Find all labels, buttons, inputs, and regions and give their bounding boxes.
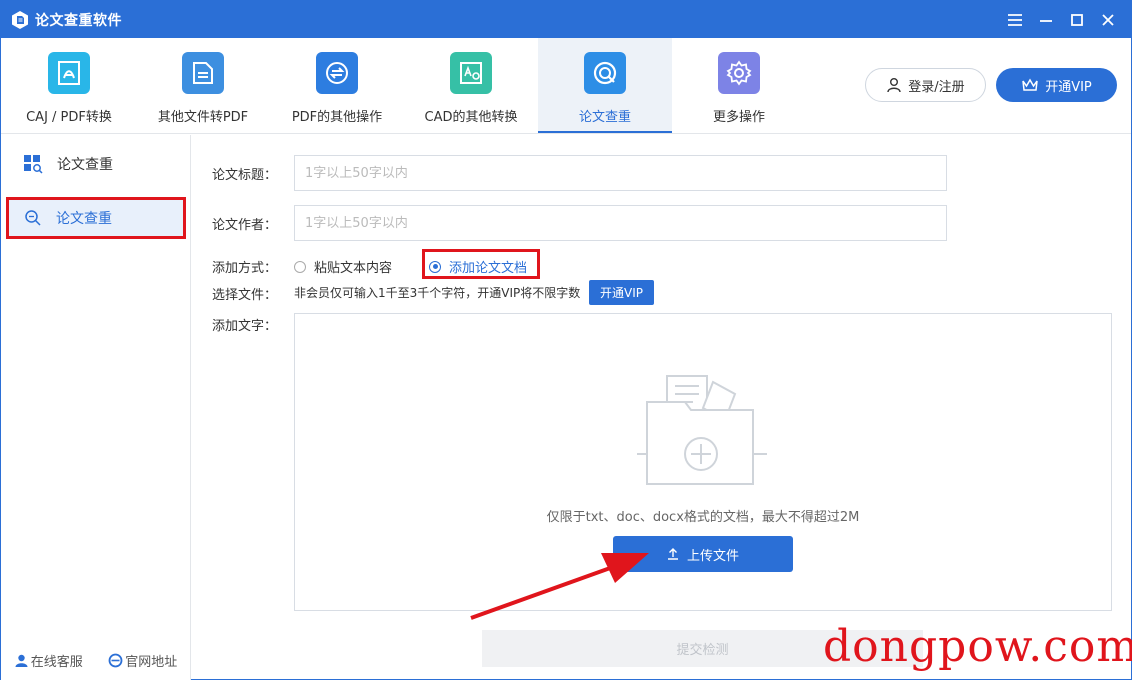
- watermark: dongpow.com: [823, 621, 1132, 672]
- tool-label: 其他文件转PDF: [157, 110, 249, 125]
- maximize-button[interactable]: [1061, 1, 1092, 38]
- app-window: 论文查重软件 CAJ / PDF转换 其他文件转PDF PDF的其他操作 CAD…: [0, 0, 1132, 680]
- sidebar-footer: 在线客服 官网地址: [1, 651, 190, 670]
- paper-title-input[interactable]: [294, 155, 947, 191]
- radio-circle: [429, 260, 441, 273]
- close-icon: [1101, 13, 1114, 26]
- more-settings-icon: [718, 52, 760, 94]
- official-website-label: 官网地址: [125, 655, 178, 670]
- paper-author-input[interactable]: [294, 205, 947, 241]
- upload-label: 上传文件: [686, 548, 739, 564]
- user-icon: [887, 78, 901, 93]
- tool-more-operations[interactable]: 更多操作: [672, 38, 806, 133]
- radio-circle: [294, 260, 306, 273]
- tool-label: 论文查重: [578, 110, 631, 125]
- upload-file-button[interactable]: 上传文件: [613, 536, 793, 572]
- dropzone-hint: 仅限于txt、doc、docx格式的文档，最大不得超过2M: [546, 510, 860, 525]
- login-register-button[interactable]: 登录/注册: [865, 68, 986, 102]
- crown-icon: [1022, 78, 1038, 91]
- folder-add-icon: [637, 375, 767, 485]
- online-service-link[interactable]: 在线客服: [14, 651, 83, 670]
- vip-label: 开通VIP: [1045, 79, 1092, 95]
- pdf-convert-icon: [48, 52, 90, 94]
- official-website-link[interactable]: 官网地址: [108, 651, 177, 670]
- title-label: 论文标题：: [212, 168, 278, 183]
- minimize-button[interactable]: [1030, 1, 1061, 38]
- window-title: 论文查重软件: [35, 12, 122, 29]
- main-toolbar: CAJ / PDF转换 其他文件转PDF PDF的其他操作 CAD的其他转换 论…: [1, 38, 1131, 134]
- login-label: 登录/注册: [908, 79, 965, 95]
- minimize-icon: [1039, 19, 1052, 22]
- member-limit-hint: 非会员仅可输入1千至3千个字符，开通VIP将不限字数: [294, 286, 581, 300]
- method-label: 添加方式：: [212, 261, 278, 276]
- menu-icon: [1007, 13, 1022, 26]
- sidebar-item-label: 论文查重: [56, 211, 112, 227]
- open-vip-button[interactable]: 开通VIP: [996, 68, 1117, 102]
- maximize-icon: [1070, 13, 1083, 26]
- tool-cad-convert[interactable]: CAD的其他转换: [404, 38, 538, 133]
- menu-button[interactable]: [999, 1, 1030, 38]
- title-bar: 论文查重软件: [1, 1, 1131, 38]
- radio-add-document[interactable]: 添加论文文档: [429, 257, 527, 276]
- close-button[interactable]: [1092, 1, 1123, 38]
- tool-label: 更多操作: [712, 110, 765, 125]
- sidebar-header: 论文查重: [1, 135, 190, 193]
- tool-label: PDF的其他操作: [291, 110, 383, 125]
- radio-label: 添加论文文档: [449, 261, 528, 276]
- cad-convert-icon: [450, 52, 492, 94]
- sidebar-item-plagiarism-check[interactable]: 论文查重: [6, 197, 186, 239]
- tool-label: CAJ / PDF转换: [26, 110, 112, 125]
- upload-icon: [667, 548, 678, 560]
- app-logo-icon: [12, 10, 28, 29]
- customer-service-icon: [15, 654, 28, 667]
- tool-pdf-operations[interactable]: PDF的其他操作: [270, 38, 404, 133]
- search-icon: [25, 210, 41, 226]
- grid-search-icon: [24, 155, 43, 174]
- file-to-pdf-icon: [182, 52, 224, 94]
- plagiarism-check-icon: [584, 52, 626, 94]
- tool-caj-pdf-convert[interactable]: CAJ / PDF转换: [2, 38, 136, 133]
- radio-label: 粘贴文本内容: [314, 261, 393, 276]
- open-vip-small-button[interactable]: 开通VIP: [589, 280, 654, 305]
- tool-file-to-pdf[interactable]: 其他文件转PDF: [136, 38, 270, 133]
- radio-paste-text[interactable]: 粘贴文本内容: [294, 257, 392, 276]
- sidebar-header-label: 论文查重: [57, 157, 113, 173]
- online-service-label: 在线客服: [30, 655, 83, 670]
- file-dropzone[interactable]: 仅限于txt、doc、docx格式的文档，最大不得超过2M 上传文件: [294, 313, 1112, 611]
- text-label: 添加文字：: [212, 319, 278, 334]
- file-label: 选择文件：: [212, 288, 278, 303]
- browser-e-icon: [108, 653, 123, 668]
- tool-label: CAD的其他转换: [424, 110, 518, 125]
- pdf-operations-icon: [316, 52, 358, 94]
- author-label: 论文作者：: [212, 218, 278, 233]
- sidebar: 论文查重 论文查重 在线客服 官网地址: [1, 135, 191, 680]
- tool-plagiarism-check[interactable]: 论文查重: [538, 38, 672, 133]
